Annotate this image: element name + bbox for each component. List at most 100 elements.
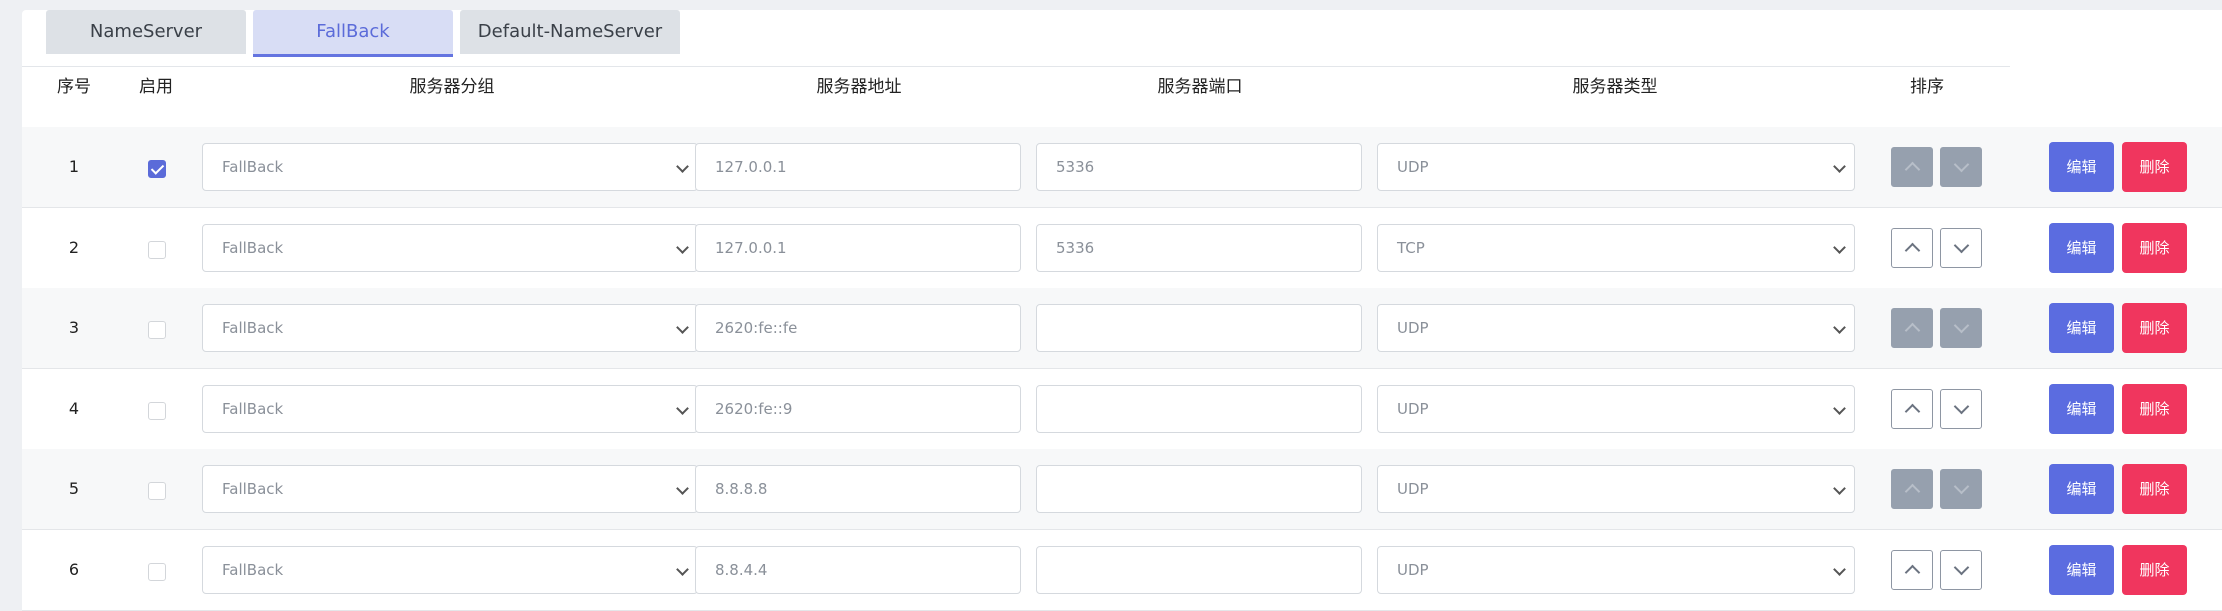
edit-button[interactable]: 编辑 xyxy=(2049,142,2114,192)
chevron-down-icon xyxy=(676,321,689,334)
server-group-select[interactable]: FallBack xyxy=(202,224,698,272)
table-row: 1 FallBack 127.0.0.1 5336 UDP 编辑 删除 xyxy=(22,127,2222,208)
chevron-down-icon xyxy=(676,482,689,495)
col-port-header: 服务器端口 xyxy=(1157,77,1243,97)
row-index: 1 xyxy=(68,157,80,176)
table-row: 5 FallBack 8.8.8.8 UDP 编辑 删除 xyxy=(22,449,2222,530)
move-down-button[interactable] xyxy=(1940,308,1982,348)
delete-button[interactable]: 删除 xyxy=(2122,303,2187,353)
enable-checkbox[interactable] xyxy=(148,241,166,259)
col-order-header: 排序 xyxy=(1910,77,1944,97)
server-group-value: FallBack xyxy=(222,319,284,337)
col-address-header: 服务器地址 xyxy=(816,77,902,97)
server-group-select[interactable]: FallBack xyxy=(202,546,698,594)
server-address-input[interactable]: 2620:fe::9 xyxy=(695,385,1021,433)
chevron-down-icon xyxy=(1833,482,1846,495)
chevron-up-icon xyxy=(1904,242,1921,259)
server-group-select[interactable]: FallBack xyxy=(202,465,698,513)
chevron-down-icon xyxy=(1953,478,1970,495)
chevron-down-icon xyxy=(676,241,689,254)
enable-checkbox[interactable] xyxy=(148,482,166,500)
enable-checkbox[interactable] xyxy=(148,321,166,339)
chevron-down-icon xyxy=(1833,402,1846,415)
server-port-input[interactable] xyxy=(1036,304,1362,352)
enable-checkbox[interactable] xyxy=(148,402,166,420)
row-index: 3 xyxy=(68,318,80,337)
server-group-select[interactable]: FallBack xyxy=(202,385,698,433)
edit-button[interactable]: 编辑 xyxy=(2049,464,2114,514)
server-type-value: UDP xyxy=(1397,158,1429,176)
server-group-select[interactable]: FallBack xyxy=(202,304,698,352)
server-group-value: FallBack xyxy=(222,239,284,257)
move-down-button[interactable] xyxy=(1940,228,1982,268)
chevron-down-icon xyxy=(1953,317,1970,334)
chevron-up-icon xyxy=(1904,403,1921,420)
server-group-value: FallBack xyxy=(222,480,284,498)
server-group-value: FallBack xyxy=(222,561,284,579)
server-type-select[interactable]: UDP xyxy=(1377,304,1855,352)
move-up-button[interactable] xyxy=(1891,308,1933,348)
move-down-button[interactable] xyxy=(1940,389,1982,429)
move-up-button[interactable] xyxy=(1891,469,1933,509)
server-group-value: FallBack xyxy=(222,400,284,418)
move-up-button[interactable] xyxy=(1891,147,1933,187)
server-type-value: TCP xyxy=(1397,239,1425,257)
chevron-up-icon xyxy=(1904,483,1921,500)
tab-default-nameserver[interactable]: Default-NameServer xyxy=(460,10,680,54)
chevron-up-icon xyxy=(1904,161,1921,178)
server-address-input[interactable]: 8.8.8.8 xyxy=(695,465,1021,513)
enable-checkbox[interactable] xyxy=(148,563,166,581)
chevron-down-icon xyxy=(676,563,689,576)
table-row: 6 FallBack 8.8.4.4 UDP 编辑 删除 xyxy=(22,530,2222,611)
table-row: 3 FallBack 2620:fe::fe UDP 编辑 删除 xyxy=(22,288,2222,369)
server-port-input[interactable]: 5336 xyxy=(1036,143,1362,191)
chevron-down-icon xyxy=(676,402,689,415)
server-group-select[interactable]: FallBack xyxy=(202,143,698,191)
chevron-up-icon xyxy=(1904,322,1921,339)
edit-button[interactable]: 编辑 xyxy=(2049,303,2114,353)
move-down-button[interactable] xyxy=(1940,147,1982,187)
server-type-select[interactable]: UDP xyxy=(1377,143,1855,191)
chevron-down-icon xyxy=(1953,559,1970,576)
move-up-button[interactable] xyxy=(1891,389,1933,429)
delete-button[interactable]: 删除 xyxy=(2122,223,2187,273)
delete-button[interactable]: 删除 xyxy=(2122,142,2187,192)
edit-button[interactable]: 编辑 xyxy=(2049,545,2114,595)
server-port-input[interactable] xyxy=(1036,385,1362,433)
tab-fallback[interactable]: FallBack xyxy=(253,10,453,57)
server-type-select[interactable]: UDP xyxy=(1377,465,1855,513)
move-down-button[interactable] xyxy=(1940,550,1982,590)
table-header: 序号 启用 服务器分组 服务器地址 服务器端口 服务器类型 排序 xyxy=(22,66,2010,108)
server-type-value: UDP xyxy=(1397,480,1429,498)
chevron-down-icon xyxy=(1833,241,1846,254)
row-index: 4 xyxy=(68,399,80,418)
tab-nameserver[interactable]: NameServer xyxy=(46,10,246,54)
col-enabled-header: 启用 xyxy=(139,77,173,97)
delete-button[interactable]: 删除 xyxy=(2122,384,2187,434)
server-address-input[interactable]: 127.0.0.1 xyxy=(695,143,1021,191)
edit-button[interactable]: 编辑 xyxy=(2049,223,2114,273)
move-down-button[interactable] xyxy=(1940,469,1982,509)
move-up-button[interactable] xyxy=(1891,228,1933,268)
move-up-button[interactable] xyxy=(1891,550,1933,590)
server-port-input[interactable] xyxy=(1036,546,1362,594)
row-index: 5 xyxy=(68,479,80,498)
server-address-input[interactable]: 2620:fe::fe xyxy=(695,304,1021,352)
edit-button[interactable]: 编辑 xyxy=(2049,384,2114,434)
chevron-down-icon xyxy=(1953,237,1970,254)
server-type-select[interactable]: UDP xyxy=(1377,546,1855,594)
server-port-input[interactable]: 5336 xyxy=(1036,224,1362,272)
server-address-input[interactable]: 127.0.0.1 xyxy=(695,224,1021,272)
server-address-input[interactable]: 8.8.4.4 xyxy=(695,546,1021,594)
chevron-down-icon xyxy=(1833,160,1846,173)
delete-button[interactable]: 删除 xyxy=(2122,464,2187,514)
delete-button[interactable]: 删除 xyxy=(2122,545,2187,595)
col-group-header: 服务器分组 xyxy=(409,77,495,97)
server-group-value: FallBack xyxy=(222,158,284,176)
row-index: 2 xyxy=(68,238,80,257)
enable-checkbox[interactable] xyxy=(148,160,166,178)
server-port-input[interactable] xyxy=(1036,465,1362,513)
server-type-select[interactable]: TCP xyxy=(1377,224,1855,272)
server-type-select[interactable]: UDP xyxy=(1377,385,1855,433)
chevron-down-icon xyxy=(1953,156,1970,173)
